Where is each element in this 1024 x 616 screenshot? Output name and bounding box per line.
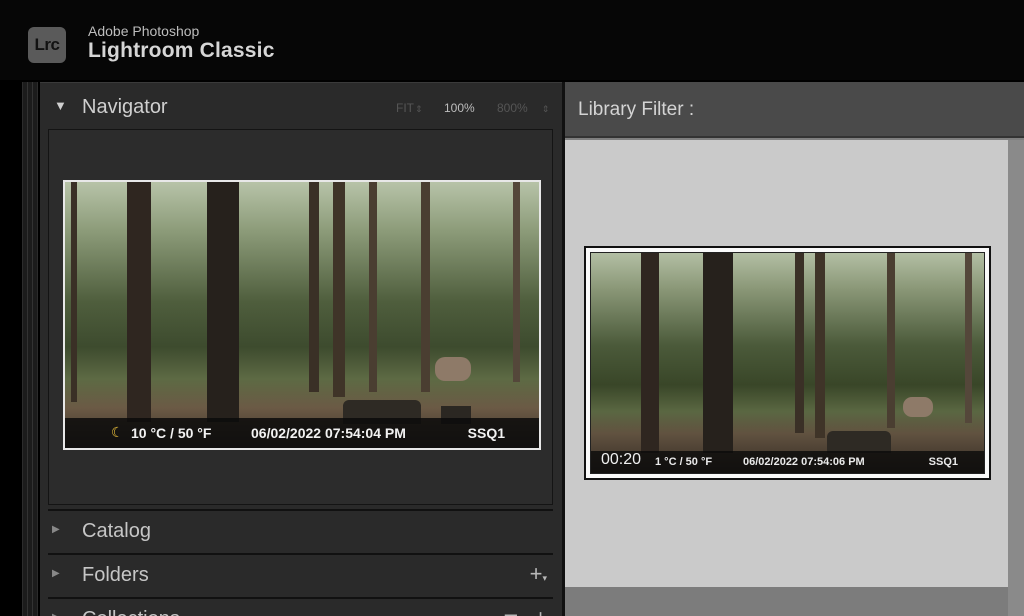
library-filter-bar[interactable]: Library Filter : — [565, 82, 1024, 138]
forest-photo — [65, 182, 539, 448]
identity-plate: Lrc Adobe Photoshop Lightroom Classic — [0, 0, 1024, 80]
zoom-fit-button[interactable]: FIT⇕ — [396, 101, 423, 115]
brand-title: Lightroom Classic — [88, 39, 275, 62]
folders-title: Folders — [82, 564, 149, 586]
collapsed-triangle-icon[interactable]: ▶ — [52, 568, 60, 579]
collections-title: Collections — [82, 608, 180, 616]
grid-thumbnail-cell[interactable]: 1 °C / 50 °F 06/02/2022 07:54:06 PM SSQ1… — [584, 246, 991, 480]
navigator-photo[interactable]: ☾ 10 °C / 50 °F 06/02/2022 07:54:04 PM S… — [63, 180, 541, 450]
library-filter-label: Library Filter : — [578, 99, 695, 120]
folders-section[interactable]: ▶ Folders +▾ — [48, 553, 553, 593]
photo-info-overlay: ☾ 10 °C / 50 °F 06/02/2022 07:54:04 PM S… — [65, 418, 539, 448]
brand-subtitle: Adobe Photoshop — [88, 23, 200, 39]
collapsed-triangle-icon[interactable]: ▶ — [52, 612, 60, 616]
collapsed-triangle-icon[interactable]: ▶ — [52, 524, 60, 535]
overlay-datetime: 06/02/2022 07:54:04 PM — [251, 425, 406, 441]
thumb-camera: SSQ1 — [928, 456, 958, 468]
catalog-title: Catalog — [82, 520, 151, 542]
navigator-title: Navigator — [82, 96, 168, 118]
forest-photo — [591, 253, 984, 473]
navigator-preview[interactable]: ☾ 10 °C / 50 °F 06/02/2022 07:54:04 PM S… — [48, 129, 553, 505]
overlay-camera: SSQ1 — [467, 425, 505, 441]
catalog-section[interactable]: ▶ Catalog — [48, 509, 553, 549]
collections-section[interactable]: ▶ Collections – + — [48, 597, 553, 616]
add-collection-plus-icon[interactable]: + — [534, 605, 547, 616]
grid-bottom-bar — [565, 587, 1008, 616]
thumb-datetime: 06/02/2022 07:54:06 PM — [743, 456, 865, 468]
expand-triangle-icon[interactable]: ▼ — [54, 98, 67, 113]
lrc-logo-icon: Lrc — [28, 27, 66, 63]
left-panel-collapse-strip[interactable] — [22, 82, 38, 616]
grid-scrollbar-track[interactable] — [1008, 140, 1024, 616]
video-duration-badge: 00:20 — [601, 451, 642, 468]
thumb-temperature: 1 °C / 50 °F — [655, 456, 713, 468]
zoom-100-button[interactable]: 100% — [444, 101, 475, 115]
crescent-moon-icon: ☾ — [111, 424, 124, 440]
video-thumbnail[interactable]: 1 °C / 50 °F 06/02/2022 07:54:06 PM SSQ1… — [590, 252, 985, 474]
left-panel: ▼ Navigator FIT⇕ 100% 800% ⇕ ☾ 10 °C / 5… — [40, 82, 562, 616]
grid-view[interactable]: 1 °C / 50 °F 06/02/2022 07:54:06 PM SSQ1… — [565, 140, 1008, 587]
left-panel-grip — [27, 82, 33, 616]
navigator-header[interactable]: ▼ Navigator FIT⇕ 100% 800% ⇕ — [40, 83, 562, 127]
zoom-800-button[interactable]: 800% ⇕ — [497, 101, 549, 115]
add-folder-plus-icon[interactable]: +▾ — [530, 561, 547, 587]
remove-collection-minus-icon[interactable]: – — [505, 601, 517, 616]
library-main-area: Library Filter : 1 °C / 50 °F 06/02/2022… — [565, 82, 1024, 616]
overlay-temperature: 10 °C / 50 °F — [131, 425, 212, 441]
thumbnail-info-overlay: 1 °C / 50 °F 06/02/2022 07:54:06 PM SSQ1 — [591, 451, 984, 473]
